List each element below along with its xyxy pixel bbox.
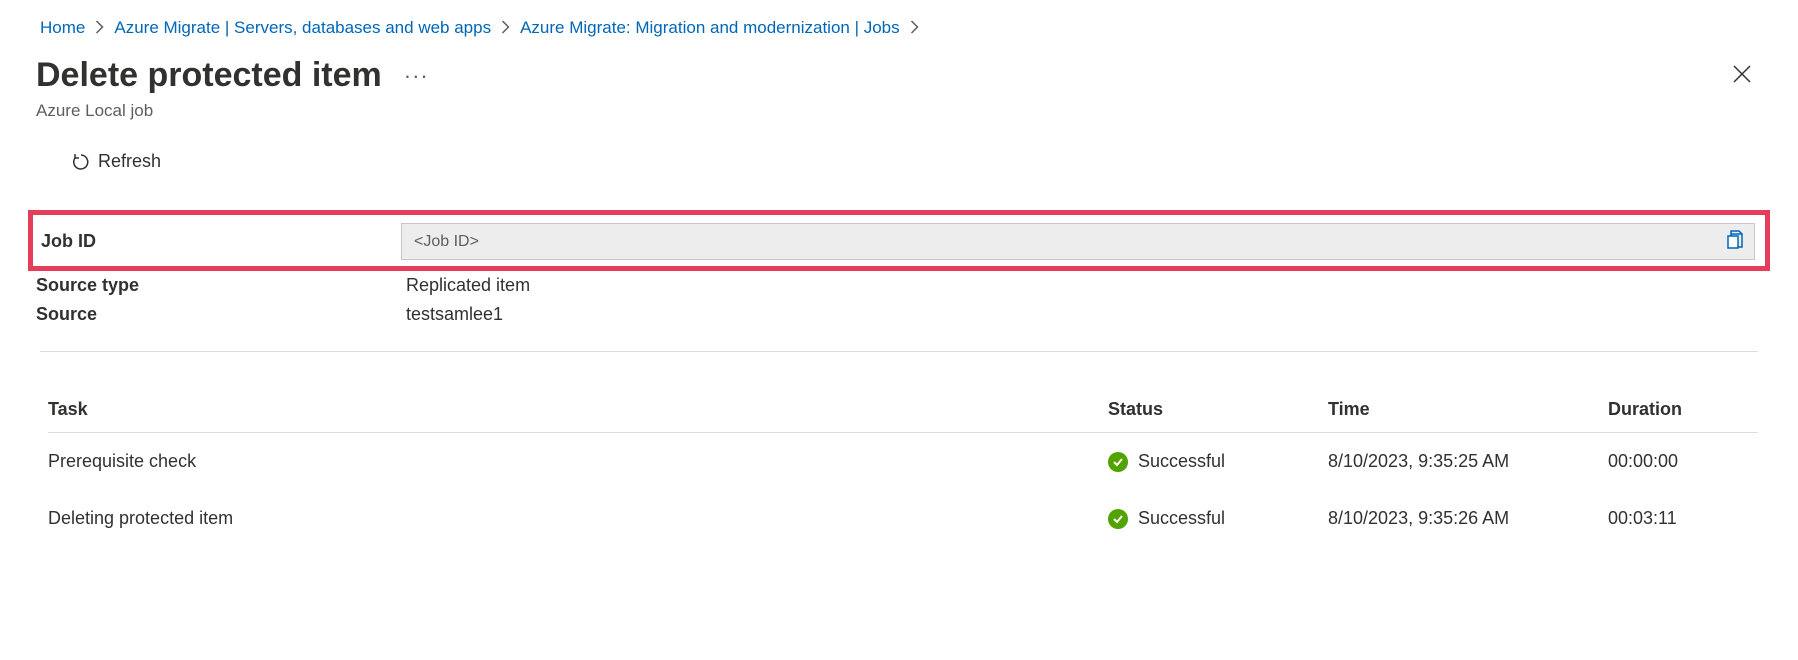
status-cell: Successful <box>1108 508 1328 529</box>
task-time: 8/10/2023, 9:35:25 AM <box>1328 451 1608 472</box>
task-name: Prerequisite check <box>48 451 1108 472</box>
task-duration: 00:00:00 <box>1608 451 1758 472</box>
tasks-table: Task Status Time Duration Prerequisite c… <box>48 387 1758 547</box>
col-status: Status <box>1108 399 1328 420</box>
source-label: Source <box>36 304 406 325</box>
close-icon <box>1732 64 1752 84</box>
success-icon <box>1108 452 1128 472</box>
col-time: Time <box>1328 399 1608 420</box>
copy-icon <box>1726 229 1744 249</box>
col-duration: Duration <box>1608 399 1758 420</box>
job-id-label: Job ID <box>41 231 401 252</box>
col-task: Task <box>48 399 1108 420</box>
table-header: Task Status Time Duration <box>48 387 1758 433</box>
task-time: 8/10/2023, 9:35:26 AM <box>1328 508 1608 529</box>
chevron-right-icon <box>501 20 510 37</box>
source-type-value: Replicated item <box>406 275 530 296</box>
source-value: testsamlee1 <box>406 304 503 325</box>
job-id-highlight: Job ID <Job ID> <box>28 210 1770 271</box>
breadcrumb: Home Azure Migrate | Servers, databases … <box>0 0 1798 48</box>
breadcrumb-jobs[interactable]: Azure Migrate: Migration and modernizati… <box>520 18 900 38</box>
page-subtitle: Azure Local job <box>36 101 429 121</box>
refresh-button[interactable]: Refresh <box>72 151 161 172</box>
breadcrumb-servers[interactable]: Azure Migrate | Servers, databases and w… <box>114 18 491 38</box>
breadcrumb-home[interactable]: Home <box>40 18 85 38</box>
chevron-right-icon <box>95 20 104 37</box>
source-row: Source testsamlee1 <box>0 300 1798 329</box>
more-icon[interactable]: ··· <box>404 63 429 89</box>
source-type-row: Source type Replicated item <box>0 271 1798 300</box>
task-duration: 00:03:11 <box>1608 508 1758 529</box>
refresh-icon <box>72 153 90 171</box>
page-header: Delete protected item ··· Azure Local jo… <box>0 48 1798 121</box>
status-text: Successful <box>1138 508 1225 529</box>
toolbar: Refresh <box>0 121 1798 190</box>
divider <box>40 351 1758 352</box>
job-id-value: <Job ID> <box>414 233 479 251</box>
status-text: Successful <box>1138 451 1225 472</box>
refresh-label: Refresh <box>98 151 161 172</box>
table-row: Deleting protected item Successful 8/10/… <box>48 490 1758 547</box>
job-id-field[interactable]: <Job ID> <box>401 223 1755 260</box>
close-button[interactable] <box>1732 64 1752 89</box>
source-type-label: Source type <box>36 275 406 296</box>
page-title: Delete protected item <box>36 56 382 95</box>
task-name: Deleting protected item <box>48 508 1108 529</box>
copy-button[interactable] <box>1726 229 1744 254</box>
chevron-right-icon <box>910 20 919 37</box>
success-icon <box>1108 509 1128 529</box>
status-cell: Successful <box>1108 451 1328 472</box>
table-row: Prerequisite check Successful 8/10/2023,… <box>48 433 1758 490</box>
